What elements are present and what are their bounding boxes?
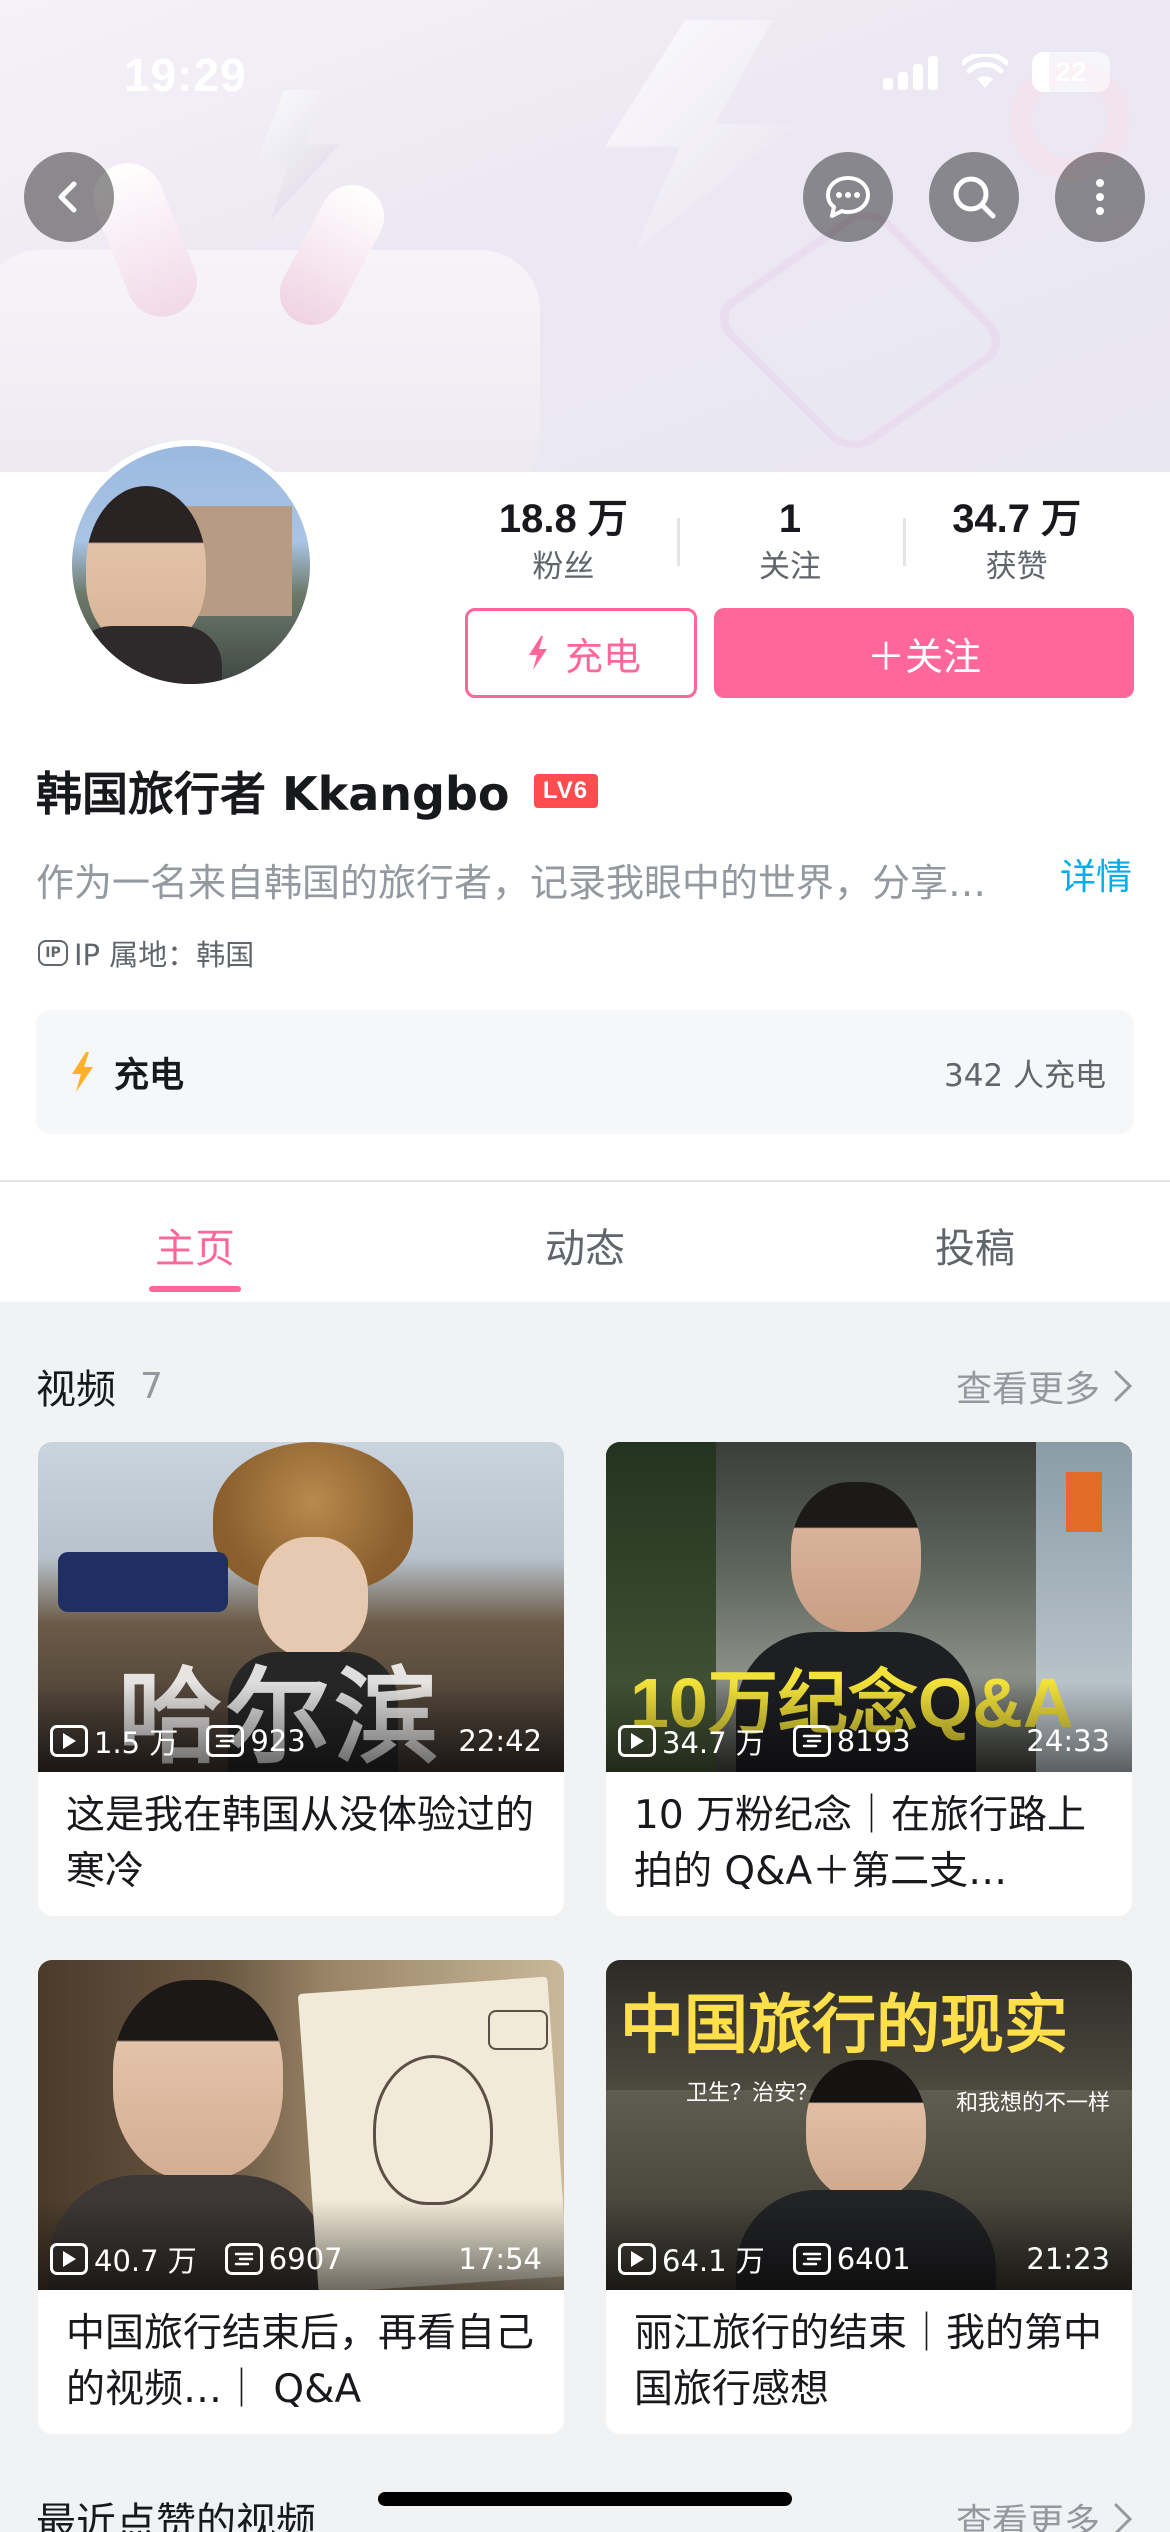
thumbnail-subtitle-text: 和我想的不一样 <box>956 2091 1111 2116</box>
charge-button-label: 充电 <box>564 634 641 679</box>
home-indicator[interactable] <box>378 2492 792 2506</box>
play-count-icon <box>618 1725 656 1757</box>
message-button[interactable] <box>803 152 893 242</box>
video-duration: 21:23 <box>1026 2242 1110 2276</box>
videos-see-more-link[interactable]: 查看更多 <box>956 1360 1134 1412</box>
level-badge: LV6 <box>533 774 598 808</box>
lightning-icon <box>72 1052 93 1092</box>
thumbnail-title-text: 中国旅行的现实 <box>620 1989 1068 2063</box>
play-count-icon <box>50 1725 88 1757</box>
cellular-signal-icon <box>883 54 938 90</box>
play-count-icon <box>618 2243 656 2275</box>
status-indicators: 22 <box>883 52 1110 92</box>
video-card[interactable]: 中国旅行的现实 卫生？治安？ 和我想的不一样 64.1 万 6401 21:23 <box>606 1960 1132 2434</box>
search-button[interactable] <box>929 152 1019 242</box>
profile-name-row: 韩国旅行者 Kkangbo LV6 <box>36 758 598 824</box>
profile-name: 韩国旅行者 Kkangbo <box>36 767 510 821</box>
ip-location: IP IP 属地：韩国 <box>38 932 254 974</box>
fans-label: 粉丝 <box>532 549 595 585</box>
ip-icon: IP <box>38 940 68 966</box>
videos-section-title: 视频 <box>36 1367 116 1413</box>
danmaku-count: 923 <box>250 1724 306 1758</box>
video-stats: 34.7 万 8193 24:33 <box>618 1720 1110 1762</box>
battery-icon: 22 <box>1032 52 1110 92</box>
video-duration: 17:54 <box>458 2242 542 2276</box>
danmaku-count-icon <box>792 2243 831 2275</box>
danmaku-count: 8193 <box>836 1724 911 1758</box>
likes-count: 34.7 万 <box>952 497 1082 541</box>
follow-button[interactable]: ＋关注 <box>714 608 1134 698</box>
video-title: 丽江旅行的结束｜我的第中国旅行感想 <box>634 2311 1103 2412</box>
charge-card-count: 342 人充电 <box>943 1057 1106 1094</box>
video-card[interactable]: 40.7 万 6907 17:54 中国旅行结束后，再看自己的视频…｜ Q&A <box>38 1960 564 2434</box>
danmaku-count-icon <box>224 2243 263 2275</box>
likes-label: 获赞 <box>985 549 1048 585</box>
battery-level: 22 <box>1055 56 1087 87</box>
video-thumbnail: 中国旅行的现实 卫生？治安？ 和我想的不一样 64.1 万 6401 21:23 <box>606 1960 1132 2290</box>
following-count: 1 <box>778 497 802 541</box>
banner-bolt-decoration <box>605 20 798 250</box>
view-count: 64.1 万 <box>662 2244 765 2278</box>
profile-stats: 18.8 万 粉丝 1 关注 34.7 万 获赞 <box>450 490 1130 586</box>
danmaku-count-icon <box>792 1725 831 1757</box>
video-card[interactable]: 哈尔滨 1.5 万 923 22:42 这是我在韩国从没体验过的寒冷 <box>38 1442 564 1916</box>
video-stats: 40.7 万 6907 17:54 <box>50 2238 542 2280</box>
play-count-icon <box>50 2243 88 2275</box>
home-content: 视频 7 查看更多 哈尔滨 1.5 万 <box>0 1302 1170 2532</box>
video-title: 中国旅行结束后，再看自己的视频…｜ Q&A <box>66 2311 535 2412</box>
search-icon <box>953 176 996 219</box>
tab-home[interactable]: 主页 <box>0 1182 390 1302</box>
video-thumbnail: 10万纪念Q&A 34.7 万 8193 24:33 <box>606 1442 1132 1772</box>
view-count: 1.5 万 <box>94 1726 179 1760</box>
video-title: 10 万粉纪念｜在旅行路上拍的 Q&A＋第二支… <box>634 1793 1087 1894</box>
video-stats: 64.1 万 6401 21:23 <box>618 2238 1110 2280</box>
video-stats: 1.5 万 923 22:42 <box>50 1720 542 1762</box>
profile-tabs: 主页 动态 投稿 <box>0 1180 1170 1302</box>
videos-section-header: 视频 7 查看更多 <box>36 1357 1134 1415</box>
video-thumbnail: 40.7 万 6907 17:54 <box>38 1960 564 2290</box>
charge-card-title: 充电 <box>114 1055 185 1096</box>
chat-bubble-icon <box>826 176 870 218</box>
chevron-right-icon <box>1114 1370 1133 1402</box>
following-label: 关注 <box>759 549 821 585</box>
charge-card[interactable]: 充电 342 人充电 <box>36 1010 1134 1134</box>
danmaku-count: 6401 <box>836 2242 911 2276</box>
view-count: 40.7 万 <box>94 2244 197 2278</box>
video-card[interactable]: 10万纪念Q&A 34.7 万 8193 24:33 10 万粉纪念｜在 <box>606 1442 1132 1916</box>
video-title: 这是我在韩国从没体验过的寒冷 <box>66 1793 535 1894</box>
fans-count: 18.8 万 <box>498 497 628 541</box>
more-vertical-icon <box>1096 179 1104 215</box>
wifi-icon <box>962 54 1008 88</box>
avatar[interactable] <box>66 440 316 690</box>
chevron-right-icon <box>1114 2503 1133 2532</box>
tab-uploads[interactable]: 投稿 <box>780 1182 1170 1302</box>
video-duration: 24:33 <box>1026 1724 1110 1758</box>
tab-dynamics[interactable]: 动态 <box>390 1182 780 1302</box>
following-stat[interactable]: 1 关注 <box>676 490 904 586</box>
charge-button[interactable]: 充电 <box>465 608 697 698</box>
chevron-left-icon <box>58 181 77 213</box>
video-thumbnail: 哈尔滨 1.5 万 923 22:42 <box>38 1442 564 1772</box>
profile-bio[interactable]: 作为一名来自韩国的旅行者，记录我眼中的世界，分享… <box>36 852 1016 907</box>
danmaku-count-icon <box>206 1725 245 1757</box>
banner-decoration <box>0 250 540 472</box>
view-count: 34.7 万 <box>662 1726 765 1760</box>
videos-section-count: 7 <box>140 1365 163 1407</box>
bio-details-link[interactable]: 详情 <box>1060 848 1132 900</box>
more-options-button[interactable] <box>1055 152 1145 242</box>
back-button[interactable] <box>24 152 114 242</box>
thumbnail-subtitle-text: 卫生？治安？ <box>686 2081 819 2106</box>
status-time: 19:29 <box>124 49 247 101</box>
liked-videos-section-title: 最近点赞的视频 <box>36 2500 316 2532</box>
follow-button-label: ＋关注 <box>866 634 981 679</box>
see-more-label: 查看更多 <box>955 2502 1100 2532</box>
liked-see-more-link[interactable]: 查看更多 <box>956 2493 1134 2532</box>
video-duration: 22:42 <box>458 1724 542 1758</box>
lightning-icon <box>528 636 547 670</box>
fans-stat[interactable]: 18.8 万 粉丝 <box>450 490 677 586</box>
see-more-label: 查看更多 <box>955 1369 1100 1410</box>
danmaku-count: 6907 <box>268 2242 343 2276</box>
likes-stat: 34.7 万 获赞 <box>903 490 1130 586</box>
ip-location-text: IP 属地：韩国 <box>74 938 255 972</box>
